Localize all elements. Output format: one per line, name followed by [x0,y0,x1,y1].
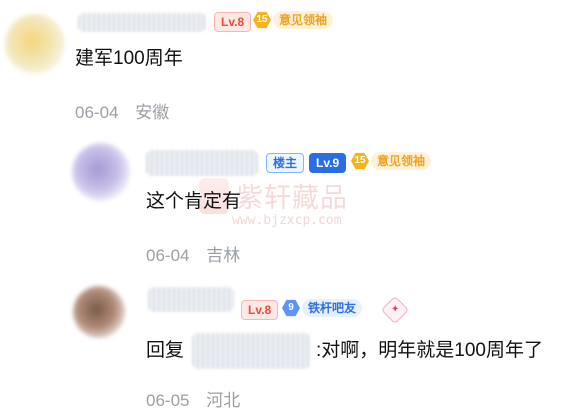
avatar[interactable] [5,14,65,74]
title-pill: 意见领袖 [371,152,432,170]
title-pill: 铁杆吧友 [302,299,363,317]
title-badge: 9 铁杆吧友 [282,299,363,317]
comment-content: 建军100周年 [75,48,183,69]
mention-blurred-username[interactable] [192,333,310,369]
username-blurred[interactable] [146,150,258,176]
owner-badge: 楼主 [266,153,305,173]
title-number-icon: 15 [253,11,271,29]
avatar[interactable] [73,286,125,338]
gift-icon: ✦ [380,295,410,325]
watermark-text: 紫轩藏品 [236,183,348,214]
username-blurred[interactable] [148,287,234,312]
title-text: 意见领袖 [279,13,328,27]
title-badge: 15 意见领袖 [253,11,334,29]
comment-location: 吉林 [206,246,241,265]
watermark-url: www.bjzxcp.com [232,213,342,228]
comment-meta: 06-04 吉林 [146,241,240,266]
comment-date: 06-04 [75,103,119,122]
level-badge: Lv.8 [241,300,279,320]
level-badge: Lv.9 [309,153,347,173]
owner-label: 楼主 [266,153,305,173]
username-blurred[interactable] [78,13,206,32]
title-number-icon: 15 [351,152,369,170]
comment-content: 这个肯定有 [146,191,242,212]
title-badge: 15 意见领袖 [351,152,432,170]
comment-location: 安徽 [135,103,170,122]
comment-content: :对啊，明年就是100周年了 [316,340,543,361]
comment-meta: 06-04 安徽 [75,98,169,123]
level-badge: Lv.8 [214,12,252,32]
comment-date: 06-05 [146,391,190,410]
title-pill: 意见领袖 [273,11,334,29]
title-number-icon: 9 [282,299,300,317]
title-text: 铁杆吧友 [308,301,357,315]
title-text: 意见领袖 [377,154,426,168]
comment-date: 06-04 [146,246,190,265]
comment-location: 河北 [206,391,241,410]
reply-prefix: 回复 [146,340,185,361]
comment-meta: 06-05 河北 [146,386,240,411]
avatar[interactable] [72,143,130,201]
level-label: Lv.9 [309,153,347,173]
gift-badge: ✦ [380,295,410,325]
level-label: Lv.8 [214,12,252,32]
level-label: Lv.8 [241,300,279,320]
